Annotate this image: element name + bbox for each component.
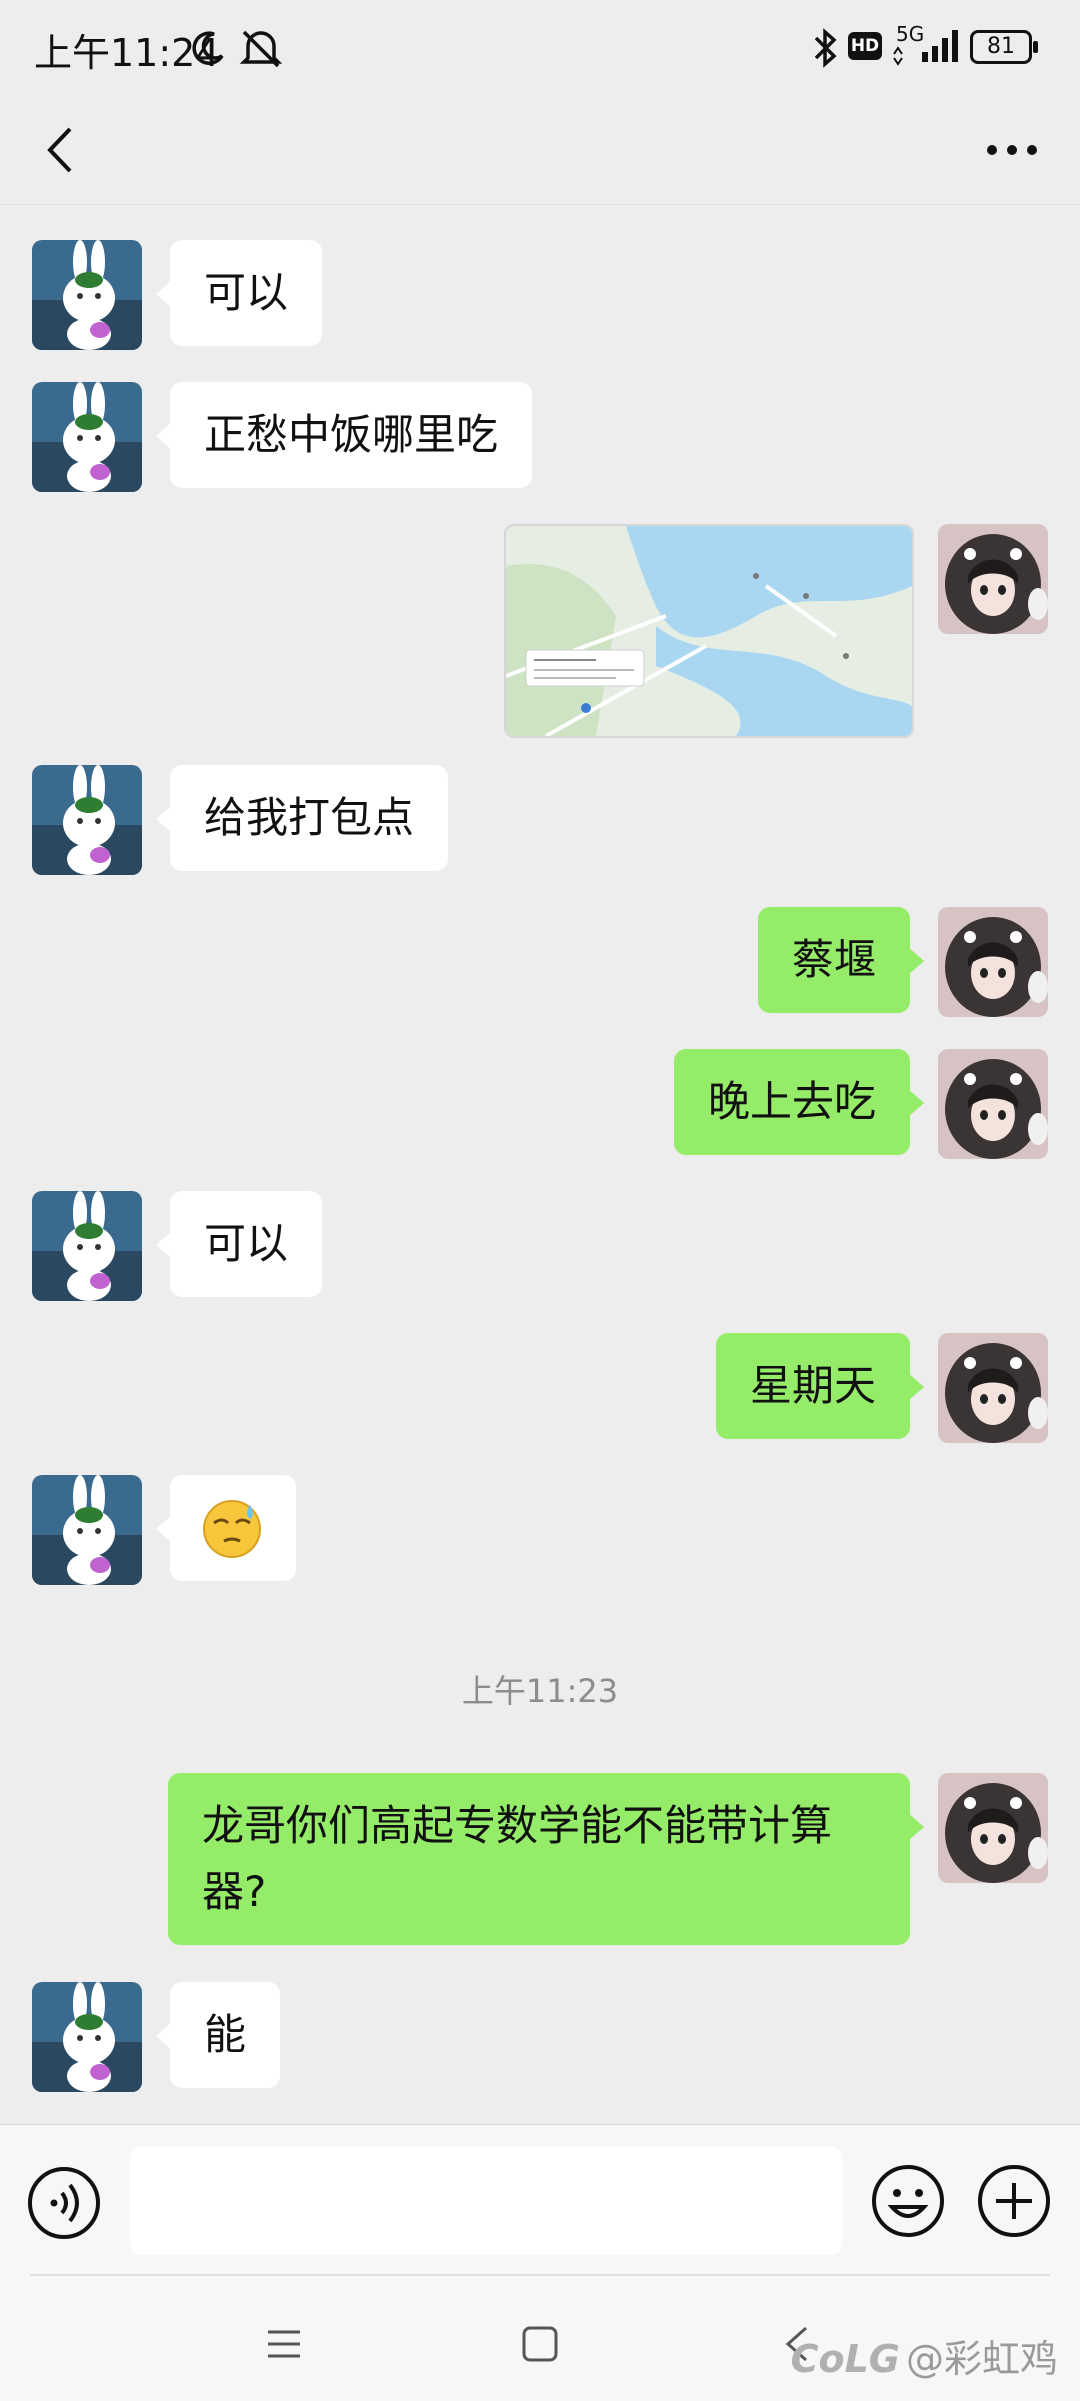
contact-avatar[interactable] — [32, 240, 142, 350]
bunny-avatar-image — [32, 240, 142, 350]
back-button[interactable] — [30, 112, 90, 188]
contact-avatar[interactable] — [32, 382, 142, 492]
bluetooth-icon — [814, 28, 837, 68]
map-thumbnail — [506, 526, 912, 736]
mute-bell-icon — [239, 30, 283, 68]
anime-girl-avatar-image — [938, 907, 1048, 1017]
signal-icon — [893, 30, 958, 66]
more-functions-button[interactable] — [976, 2163, 1052, 2239]
battery-icon: 81 — [970, 30, 1038, 64]
my-avatar[interactable] — [938, 1333, 1048, 1443]
smiley-icon — [872, 2165, 944, 2237]
more-dots-icon — [987, 145, 1037, 155]
message-bubble-outgoing[interactable]: 龙哥你们高起专数学能不能带计算器? — [168, 1773, 924, 1945]
my-avatar[interactable] — [938, 907, 1048, 1017]
bunny-avatar-image — [32, 1191, 142, 1301]
home-button[interactable] — [510, 2314, 570, 2374]
message-bubble-outgoing[interactable]: 星期天 — [715, 1333, 925, 1439]
recent-apps-button[interactable] — [254, 2314, 314, 2374]
my-avatar[interactable] — [938, 1049, 1048, 1159]
input-bar — [0, 2124, 1080, 2275]
voice-icon — [28, 2167, 100, 2239]
square-home-icon — [522, 2326, 558, 2362]
contact-avatar[interactable] — [32, 1982, 142, 2092]
message-bubble-outgoing[interactable]: 蔡堰 — [757, 907, 925, 1013]
location-map-card[interactable] — [504, 524, 914, 738]
more-options-button[interactable] — [972, 112, 1052, 188]
status-bar: 上午11:24 HD 5G 81 — [0, 0, 1080, 96]
chat-header — [0, 96, 1080, 205]
message-input[interactable] — [130, 2147, 842, 2255]
hd-badge: HD — [848, 32, 882, 60]
bunny-avatar-image — [32, 382, 142, 492]
message-bubble-incoming[interactable]: 正愁中饭哪里吃 — [155, 382, 533, 488]
watermark-text: @彩虹鸡 — [905, 2337, 1058, 2381]
message-bubble-incoming[interactable]: 可以 — [155, 240, 323, 346]
message-bubble-incoming[interactable]: 可以 — [155, 1191, 323, 1297]
plus-circle-icon — [978, 2165, 1050, 2237]
message-bubble-incoming[interactable] — [156, 1475, 296, 1581]
contact-avatar[interactable] — [32, 1475, 142, 1585]
emoji-button[interactable] — [870, 2163, 946, 2239]
message-bubble-incoming[interactable]: 能 — [155, 1982, 281, 2088]
message-bubble-outgoing[interactable]: 晚上去吃 — [673, 1049, 925, 1155]
sweat-smile-emoji-icon — [203, 1500, 261, 1558]
anime-girl-avatar-image — [938, 1773, 1048, 1883]
anime-girl-avatar-image — [938, 524, 1048, 634]
watermark: CoLG @彩虹鸡 — [791, 2328, 1058, 2383]
divider — [30, 2274, 1050, 2276]
bunny-avatar-image — [32, 1475, 142, 1585]
chevron-left-icon — [47, 127, 72, 173]
contact-avatar[interactable] — [32, 1191, 142, 1301]
contact-avatar[interactable] — [32, 765, 142, 875]
bunny-avatar-image — [32, 1982, 142, 2092]
bunny-avatar-image — [32, 765, 142, 875]
message-bubble-incoming[interactable]: 给我打包点 — [155, 765, 449, 871]
watermark-logo: CoLG — [790, 2337, 900, 2381]
my-avatar[interactable] — [938, 524, 1048, 634]
menu-lines-icon — [268, 2330, 300, 2358]
anime-girl-avatar-image — [938, 1333, 1048, 1443]
battery-level: 81 — [987, 34, 1015, 59]
chat-timestamp: 上午11:23 — [461, 1672, 619, 1710]
my-avatar[interactable] — [938, 1773, 1048, 1883]
moon-icon — [192, 31, 224, 65]
voice-button[interactable] — [26, 2165, 102, 2241]
anime-girl-avatar-image — [938, 1049, 1048, 1159]
